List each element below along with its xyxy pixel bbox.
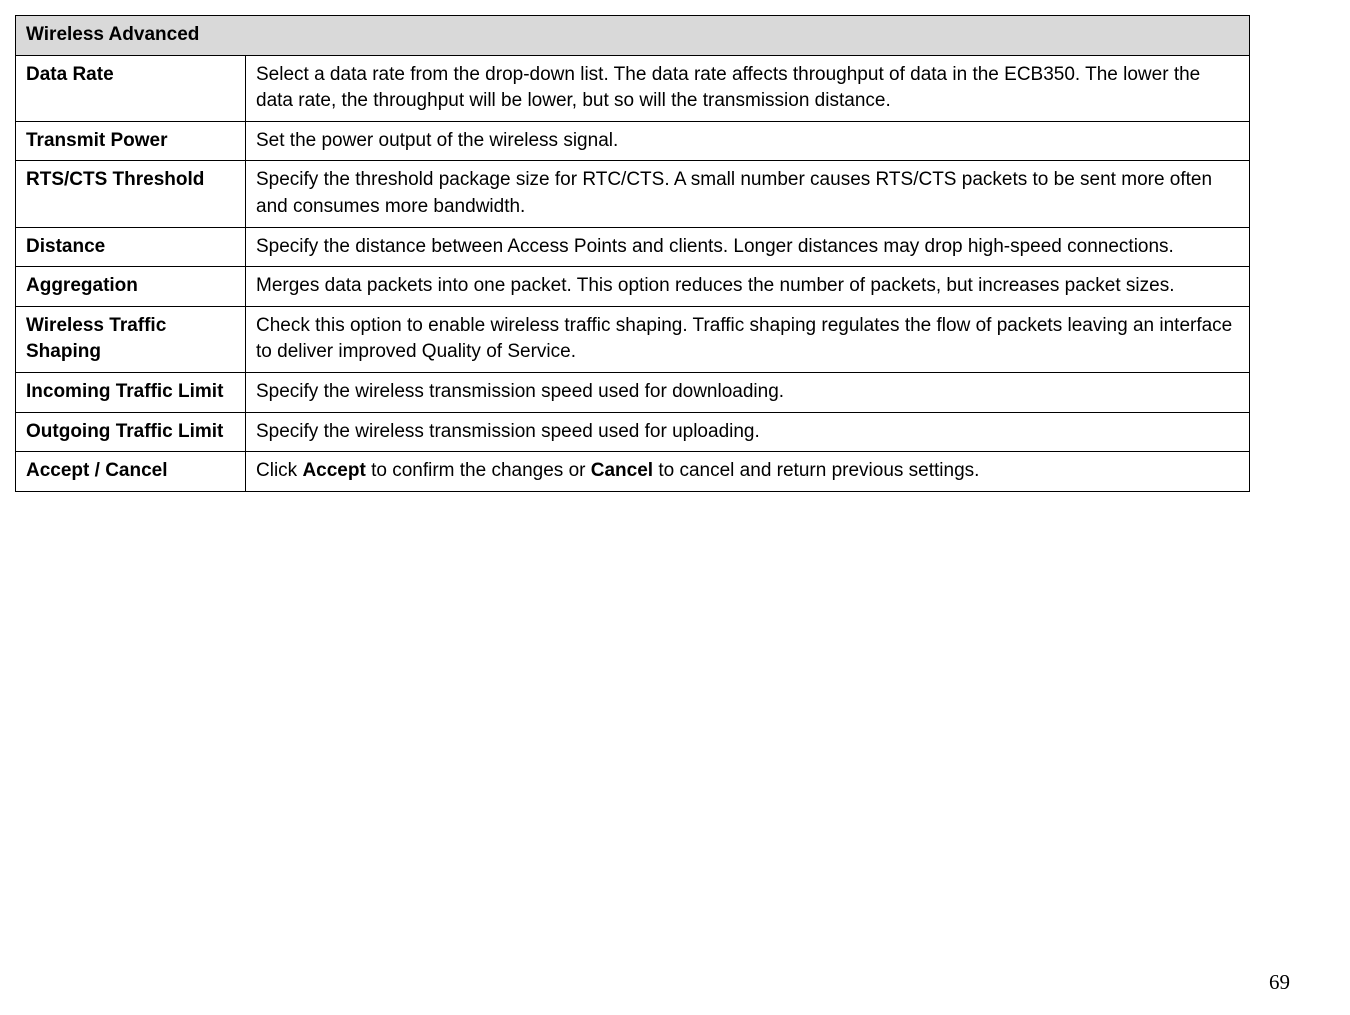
row-label: Wireless Traffic Shaping — [16, 306, 246, 372]
table-row: Wireless Traffic Shaping Check this opti… — [16, 306, 1250, 372]
row-label: Accept / Cancel — [16, 452, 246, 492]
row-desc: Specify the distance between Access Poin… — [246, 227, 1250, 267]
table-row: Outgoing Traffic Limit Specify the wirel… — [16, 412, 1250, 452]
row-desc: Specify the wireless transmission speed … — [246, 412, 1250, 452]
desc-part-bold: Accept — [302, 460, 365, 481]
row-desc: Specify the wireless transmission speed … — [246, 372, 1250, 412]
table-header-row: Wireless Advanced — [16, 16, 1250, 56]
row-label: Aggregation — [16, 267, 246, 307]
table-row: RTS/CTS Threshold Specify the threshold … — [16, 161, 1250, 227]
row-desc: Set the power output of the wireless sig… — [246, 121, 1250, 161]
table-row: Transmit Power Set the power output of t… — [16, 121, 1250, 161]
row-label: Incoming Traffic Limit — [16, 372, 246, 412]
desc-part: to confirm the changes or — [366, 460, 591, 481]
table-row: Aggregation Merges data packets into one… — [16, 267, 1250, 307]
table-title: Wireless Advanced — [16, 16, 1250, 56]
table-row: Accept / Cancel Click Accept to confirm … — [16, 452, 1250, 492]
page-number: 69 — [1269, 970, 1290, 995]
row-label: Distance — [16, 227, 246, 267]
row-desc: Select a data rate from the drop-down li… — [246, 55, 1250, 121]
table-row: Data Rate Select a data rate from the dr… — [16, 55, 1250, 121]
row-label: Transmit Power — [16, 121, 246, 161]
desc-part-bold: Cancel — [591, 460, 653, 481]
wireless-advanced-table: Wireless Advanced Data Rate Select a dat… — [15, 15, 1250, 492]
table-row: Incoming Traffic Limit Specify the wirel… — [16, 372, 1250, 412]
desc-part: Click — [256, 460, 302, 481]
desc-part: to cancel and return previous settings. — [653, 460, 979, 481]
row-label: RTS/CTS Threshold — [16, 161, 246, 227]
row-label: Data Rate — [16, 55, 246, 121]
row-label: Outgoing Traffic Limit — [16, 412, 246, 452]
row-desc: Merges data packets into one packet. Thi… — [246, 267, 1250, 307]
row-desc: Check this option to enable wireless tra… — [246, 306, 1250, 372]
row-desc: Specify the threshold package size for R… — [246, 161, 1250, 227]
row-desc: Click Accept to confirm the changes or C… — [246, 452, 1250, 492]
table-row: Distance Specify the distance between Ac… — [16, 227, 1250, 267]
